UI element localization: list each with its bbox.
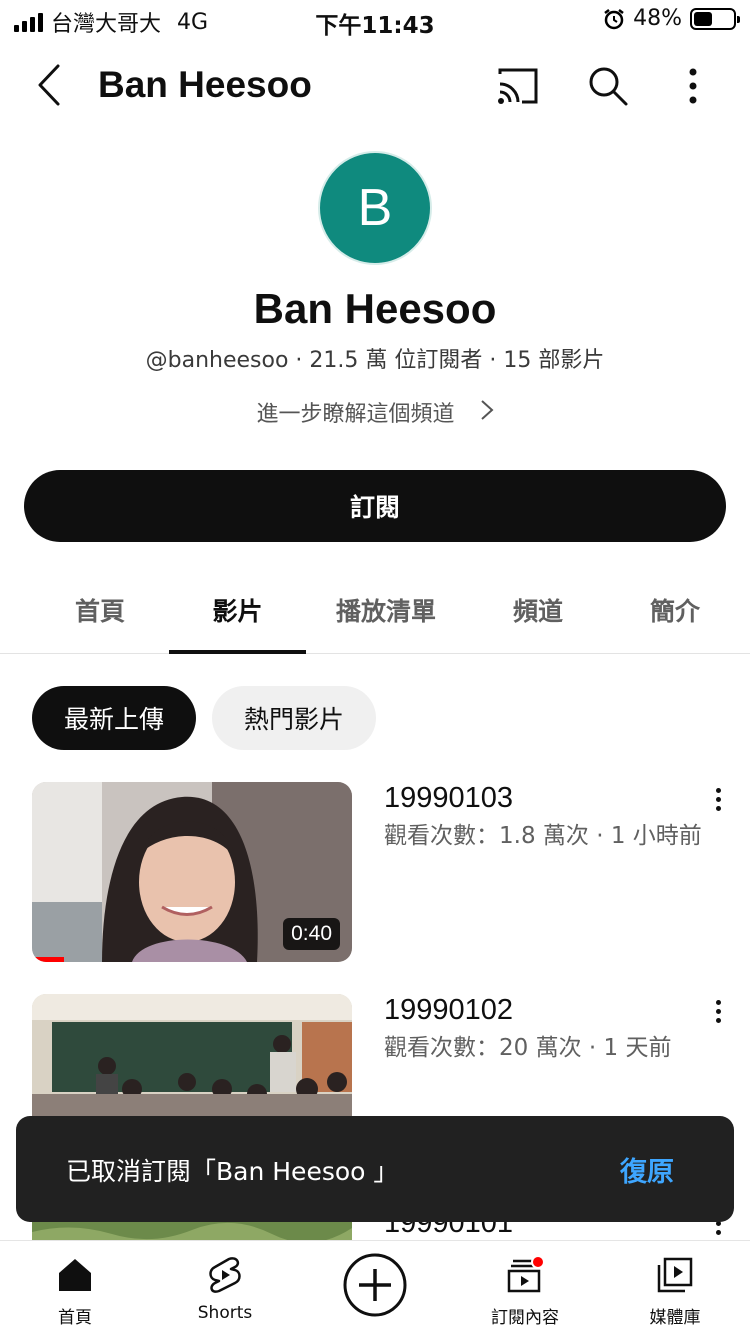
nav-home[interactable]: 首頁 bbox=[0, 1241, 150, 1334]
nav-shorts[interactable]: Shorts bbox=[150, 1241, 300, 1334]
chevron-right-icon bbox=[480, 399, 494, 427]
nav-shorts-label: Shorts bbox=[197, 1303, 253, 1323]
thumbnail-image bbox=[32, 994, 352, 1116]
cast-icon bbox=[498, 68, 538, 104]
alarm-icon bbox=[604, 8, 624, 29]
shorts-icon bbox=[209, 1257, 241, 1293]
tab-playlists[interactable]: 播放清單 bbox=[318, 592, 454, 628]
video-meta: 觀看次數：20 萬次 · 1 天前 bbox=[384, 1035, 672, 1061]
battery-icon bbox=[690, 7, 740, 30]
more-icon bbox=[689, 68, 697, 104]
nav-create[interactable] bbox=[300, 1241, 450, 1334]
cast-button[interactable] bbox=[494, 62, 542, 110]
video-more-icon[interactable] bbox=[708, 1221, 728, 1240]
video-thumbnail[interactable] bbox=[32, 1222, 352, 1240]
channel-meta: @banheesoo · 21.5 萬 位訂閱者 · 15 部影片 bbox=[145, 348, 605, 373]
subscribe-button[interactable]: 訂閱 bbox=[24, 470, 726, 542]
back-icon bbox=[38, 64, 60, 106]
nav-home-label: 首頁 bbox=[58, 1308, 92, 1328]
video-thumbnail[interactable]: 0:40 bbox=[32, 782, 352, 962]
channel-more-info-label: 進一步瞭解這個頻道 bbox=[256, 402, 455, 427]
channel-more-info-link[interactable]: 進一步瞭解這個頻道 bbox=[0, 396, 750, 428]
video-title[interactable]: 19990102 bbox=[384, 994, 513, 1027]
avatar[interactable]: B bbox=[318, 151, 432, 265]
video-thumbnail[interactable] bbox=[32, 994, 352, 1116]
watch-progress-bar bbox=[32, 957, 64, 962]
nav-library-label: 媒體庫 bbox=[649, 1308, 701, 1328]
video-title[interactable]: 19990103 bbox=[384, 782, 513, 815]
create-icon bbox=[343, 1253, 407, 1317]
tab-channels[interactable]: 頻道 bbox=[478, 592, 598, 628]
back-button[interactable] bbox=[28, 60, 72, 110]
video-more-icon[interactable] bbox=[708, 1000, 728, 1030]
snackbar-message: 已取消訂閱「Ban Heesoo 」 bbox=[66, 1157, 399, 1186]
snackbar: 已取消訂閱「Ban Heesoo 」 復原 bbox=[16, 1116, 734, 1222]
thumbnail-image bbox=[32, 1222, 352, 1240]
video-more-icon[interactable] bbox=[708, 788, 728, 818]
channel-tabs: 首頁 影片 播放清單 頻道 簡介 bbox=[0, 570, 750, 654]
tab-videos[interactable]: 影片 bbox=[175, 592, 300, 628]
nav-subscriptions[interactable]: 訂閱內容 bbox=[450, 1241, 600, 1334]
bottom-nav: 首頁 Shorts 訂閱內容 媒體庫 bbox=[0, 1240, 750, 1334]
subscriptions-icon bbox=[507, 1255, 545, 1293]
active-tab-indicator bbox=[169, 650, 306, 654]
page-title: Ban Heesoo bbox=[98, 64, 312, 105]
video-item[interactable]: 0:40 19990103 觀看次數：1.8 萬次 · 1 小時前 bbox=[0, 782, 750, 962]
library-icon bbox=[657, 1257, 693, 1293]
search-button[interactable] bbox=[584, 62, 632, 110]
more-options-button[interactable] bbox=[676, 62, 710, 110]
video-duration: 0:40 bbox=[283, 918, 340, 950]
battery-percent: 48% bbox=[633, 6, 682, 31]
tab-about[interactable]: 簡介 bbox=[615, 592, 735, 628]
channel-name: Ban Heesoo bbox=[253, 285, 497, 332]
undo-button[interactable]: 復原 bbox=[620, 1150, 674, 1189]
status-bar: 台灣大哥大 4G 下午11:43 48% bbox=[0, 0, 750, 42]
video-meta: 觀看次數：1.8 萬次 · 1 小時前 bbox=[384, 823, 702, 849]
nav-library[interactable]: 媒體庫 bbox=[600, 1241, 750, 1334]
app-bar: Ban Heesoo bbox=[0, 48, 750, 124]
chip-latest[interactable]: 最新上傳 bbox=[32, 686, 196, 750]
search-icon bbox=[589, 67, 628, 106]
tab-home[interactable]: 首頁 bbox=[40, 592, 160, 628]
status-right: 48% bbox=[603, 6, 740, 31]
chip-popular[interactable]: 熱門影片 bbox=[212, 686, 376, 750]
nav-subscriptions-label: 訂閱內容 bbox=[491, 1308, 559, 1328]
home-icon bbox=[59, 1259, 91, 1291]
